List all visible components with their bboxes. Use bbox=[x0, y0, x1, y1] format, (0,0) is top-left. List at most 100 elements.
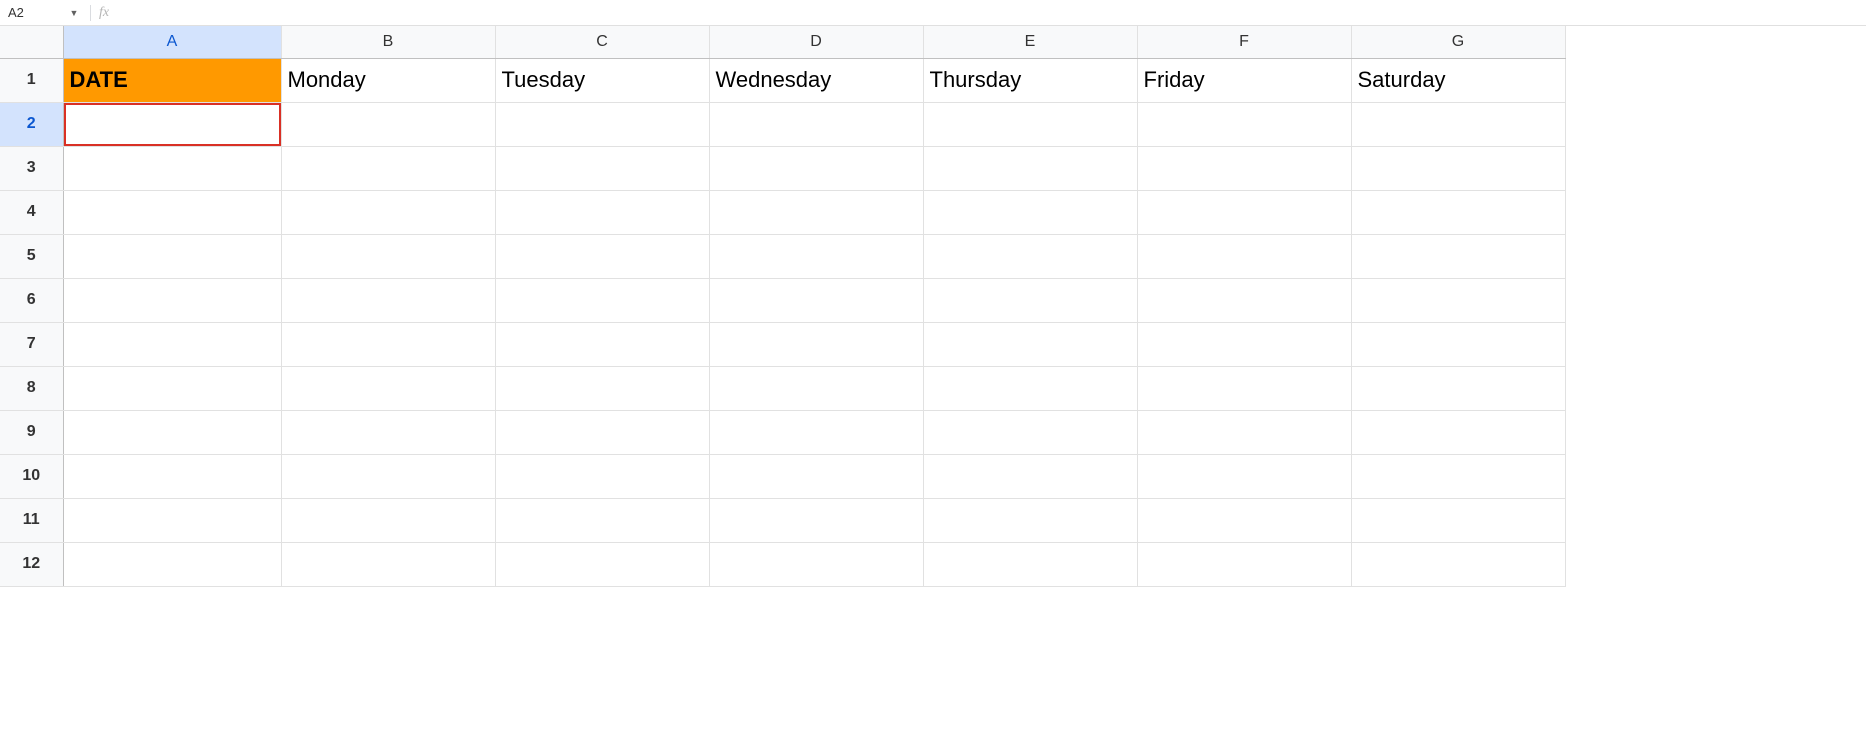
cell-E3[interactable] bbox=[923, 146, 1137, 190]
row-header-4[interactable]: 4 bbox=[0, 190, 63, 234]
cell-C5[interactable] bbox=[495, 234, 709, 278]
cell-B12[interactable] bbox=[281, 542, 495, 586]
cell-D2[interactable] bbox=[709, 102, 923, 146]
cell-A5[interactable] bbox=[63, 234, 281, 278]
column-header-E[interactable]: E bbox=[923, 26, 1137, 58]
cell-E2[interactable] bbox=[923, 102, 1137, 146]
row-header-9[interactable]: 9 bbox=[0, 410, 63, 454]
column-header-A[interactable]: A bbox=[63, 26, 281, 58]
column-header-B[interactable]: B bbox=[281, 26, 495, 58]
cell-C1[interactable]: Tuesday bbox=[495, 58, 709, 102]
cell-D10[interactable] bbox=[709, 454, 923, 498]
cell-G3[interactable] bbox=[1351, 146, 1565, 190]
cell-A10[interactable] bbox=[63, 454, 281, 498]
cell-C9[interactable] bbox=[495, 410, 709, 454]
cell-G7[interactable] bbox=[1351, 322, 1565, 366]
cell-F12[interactable] bbox=[1137, 542, 1351, 586]
column-header-D[interactable]: D bbox=[709, 26, 923, 58]
cell-C7[interactable] bbox=[495, 322, 709, 366]
row-header-10[interactable]: 10 bbox=[0, 454, 63, 498]
cell-F7[interactable] bbox=[1137, 322, 1351, 366]
column-header-G[interactable]: G bbox=[1351, 26, 1565, 58]
row-header-8[interactable]: 8 bbox=[0, 366, 63, 410]
cell-E6[interactable] bbox=[923, 278, 1137, 322]
cell-C6[interactable] bbox=[495, 278, 709, 322]
cell-C2[interactable] bbox=[495, 102, 709, 146]
select-all-corner[interactable] bbox=[0, 26, 63, 58]
column-header-F[interactable]: F bbox=[1137, 26, 1351, 58]
row-header-3[interactable]: 3 bbox=[0, 146, 63, 190]
cell-B4[interactable] bbox=[281, 190, 495, 234]
cell-A8[interactable] bbox=[63, 366, 281, 410]
cell-B10[interactable] bbox=[281, 454, 495, 498]
cell-E5[interactable] bbox=[923, 234, 1137, 278]
cell-B2[interactable] bbox=[281, 102, 495, 146]
cell-B7[interactable] bbox=[281, 322, 495, 366]
cell-E12[interactable] bbox=[923, 542, 1137, 586]
cell-A3[interactable] bbox=[63, 146, 281, 190]
cell-B6[interactable] bbox=[281, 278, 495, 322]
cell-D7[interactable] bbox=[709, 322, 923, 366]
cell-D1[interactable]: Wednesday bbox=[709, 58, 923, 102]
cell-D12[interactable] bbox=[709, 542, 923, 586]
cell-F1[interactable]: Friday bbox=[1137, 58, 1351, 102]
cell-E1[interactable]: Thursday bbox=[923, 58, 1137, 102]
cell-A11[interactable] bbox=[63, 498, 281, 542]
cell-E10[interactable] bbox=[923, 454, 1137, 498]
cell-D5[interactable] bbox=[709, 234, 923, 278]
cell-C12[interactable] bbox=[495, 542, 709, 586]
cell-D9[interactable] bbox=[709, 410, 923, 454]
cell-A4[interactable] bbox=[63, 190, 281, 234]
cell-A2[interactable] bbox=[63, 102, 281, 146]
row-header-11[interactable]: 11 bbox=[0, 498, 63, 542]
cell-F5[interactable] bbox=[1137, 234, 1351, 278]
cell-B9[interactable] bbox=[281, 410, 495, 454]
cell-F6[interactable] bbox=[1137, 278, 1351, 322]
cell-C11[interactable] bbox=[495, 498, 709, 542]
cell-B8[interactable] bbox=[281, 366, 495, 410]
cell-B5[interactable] bbox=[281, 234, 495, 278]
cell-C4[interactable] bbox=[495, 190, 709, 234]
formula-input[interactable] bbox=[113, 0, 1866, 25]
cell-D11[interactable] bbox=[709, 498, 923, 542]
cell-A12[interactable] bbox=[63, 542, 281, 586]
row-header-1[interactable]: 1 bbox=[0, 58, 63, 102]
cell-A6[interactable] bbox=[63, 278, 281, 322]
cell-D6[interactable] bbox=[709, 278, 923, 322]
cell-E4[interactable] bbox=[923, 190, 1137, 234]
cell-F8[interactable] bbox=[1137, 366, 1351, 410]
cell-E11[interactable] bbox=[923, 498, 1137, 542]
cell-F3[interactable] bbox=[1137, 146, 1351, 190]
cell-G12[interactable] bbox=[1351, 542, 1565, 586]
name-box[interactable]: A2 bbox=[6, 5, 66, 20]
cell-F11[interactable] bbox=[1137, 498, 1351, 542]
cell-F2[interactable] bbox=[1137, 102, 1351, 146]
cell-D8[interactable] bbox=[709, 366, 923, 410]
cell-B1[interactable]: Monday bbox=[281, 58, 495, 102]
cell-G9[interactable] bbox=[1351, 410, 1565, 454]
cell-F10[interactable] bbox=[1137, 454, 1351, 498]
name-box-dropdown-icon[interactable]: ▼ bbox=[66, 8, 82, 18]
row-header-2[interactable]: 2 bbox=[0, 102, 63, 146]
cell-D3[interactable] bbox=[709, 146, 923, 190]
column-header-C[interactable]: C bbox=[495, 26, 709, 58]
cell-G10[interactable] bbox=[1351, 454, 1565, 498]
cell-C10[interactable] bbox=[495, 454, 709, 498]
row-header-5[interactable]: 5 bbox=[0, 234, 63, 278]
cell-F4[interactable] bbox=[1137, 190, 1351, 234]
row-header-7[interactable]: 7 bbox=[0, 322, 63, 366]
cell-G11[interactable] bbox=[1351, 498, 1565, 542]
cell-G4[interactable] bbox=[1351, 190, 1565, 234]
spreadsheet-grid[interactable]: ABCDEFG 1DATEMondayTuesdayWednesdayThurs… bbox=[0, 26, 1866, 587]
cell-G1[interactable]: Saturday bbox=[1351, 58, 1565, 102]
cell-G2[interactable] bbox=[1351, 102, 1565, 146]
cell-E9[interactable] bbox=[923, 410, 1137, 454]
cell-A7[interactable] bbox=[63, 322, 281, 366]
cell-E8[interactable] bbox=[923, 366, 1137, 410]
cell-C8[interactable] bbox=[495, 366, 709, 410]
cell-F9[interactable] bbox=[1137, 410, 1351, 454]
cell-G6[interactable] bbox=[1351, 278, 1565, 322]
cell-E7[interactable] bbox=[923, 322, 1137, 366]
cell-C3[interactable] bbox=[495, 146, 709, 190]
row-header-12[interactable]: 12 bbox=[0, 542, 63, 586]
